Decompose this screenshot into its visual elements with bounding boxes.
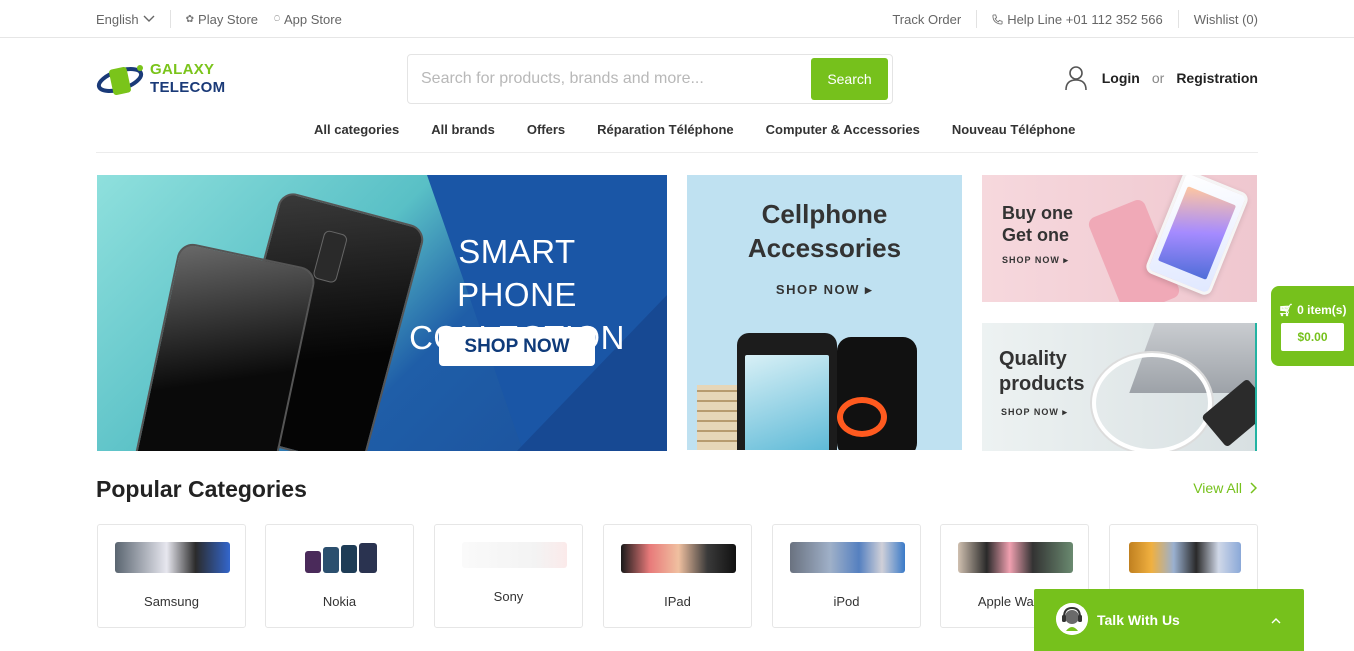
camera-module: [312, 229, 349, 284]
banner-title: Cellphone Accessories: [687, 197, 962, 265]
phone-image: [737, 333, 837, 450]
banner-smartphone-collection[interactable]: SMART PHONE COLLECTION SHOP NOW: [97, 175, 667, 451]
cart-item-count: 0 item(s): [1297, 303, 1347, 317]
play-store-label: Play Store: [198, 11, 259, 27]
category-label: Samsung: [144, 594, 199, 609]
category-label: iPod: [833, 594, 860, 609]
android-icon: ✿: [185, 13, 195, 25]
category-image: [283, 542, 398, 573]
phone-icon: [992, 13, 1003, 25]
category-card-ipad[interactable]: IPad: [603, 524, 752, 628]
help-line-label: Help Line +01 112 352 566: [1007, 11, 1163, 27]
user-icon[interactable]: [1064, 65, 1088, 91]
app-store-label: App Store: [284, 11, 342, 27]
category-label: Nokia: [322, 594, 357, 609]
chat-label: Talk With Us: [1097, 612, 1180, 628]
cart-icon: 🛒︎: [1278, 303, 1294, 317]
chevron-up-icon[interactable]: [1270, 616, 1282, 624]
account-links: Login or Registration: [1064, 64, 1258, 92]
banner-title-line-1: Quality: [999, 348, 1067, 370]
phone-screen: [745, 355, 829, 450]
chat-widget[interactable]: Talk With Us: [1034, 589, 1304, 651]
banner-buy-one-get-one[interactable]: Buy one Get one SHOP NOW ▸: [982, 175, 1257, 302]
apple-icon: ⍥: [274, 13, 281, 25]
floating-cart[interactable]: 🛒︎ 0 item(s) $0.00: [1271, 286, 1354, 366]
app-store-link[interactable]: ⍥ App Store: [274, 12, 342, 27]
logo-line-2: TELECOM: [150, 79, 226, 96]
logo-wordmark: GALAXY TELECOM: [150, 61, 225, 97]
nav-computer-accessories[interactable]: Computer & Accessories: [750, 118, 936, 141]
banner-title: Quality products: [999, 347, 1085, 397]
divider: [96, 152, 1258, 153]
chevron-right-icon: [1250, 482, 1257, 494]
support-agent-icon: [1056, 603, 1088, 635]
galaxy-logo-icon: [96, 65, 144, 96]
banner-title-line-1: Buy one: [1002, 203, 1074, 223]
registration-link[interactable]: Registration: [1176, 70, 1258, 86]
category-card-ipod[interactable]: iPod: [772, 524, 921, 628]
language-selector[interactable]: English: [96, 12, 155, 27]
shop-now-link[interactable]: SHOP NOW ▸: [687, 282, 962, 298]
nav-new-phones[interactable]: Nouveau Téléphone: [936, 118, 1092, 141]
category-card-nokia[interactable]: Nokia: [265, 524, 414, 628]
section-title: Popular Categories: [96, 476, 307, 502]
search-button[interactable]: Search: [811, 58, 888, 100]
top-bar: English ✿ Play Store ⍥ App Store Track O…: [0, 0, 1354, 38]
banner-title: Buy one Get one: [1002, 202, 1073, 246]
shop-now-link[interactable]: SHOP NOW ▸: [1001, 407, 1068, 418]
shop-now-link[interactable]: SHOP NOW ▸: [1002, 255, 1069, 266]
shop-now-button[interactable]: SHOP NOW: [439, 327, 595, 366]
search-bar: Search: [407, 54, 893, 104]
banner-title-line-1: SMART PHONE: [457, 233, 577, 313]
books-image: [697, 385, 742, 450]
category-image: [621, 542, 736, 573]
wishlist-link[interactable]: Wishlist (0): [1194, 12, 1258, 27]
chevron-down-icon: [143, 15, 155, 22]
banner-title-line-2: Get one: [1002, 225, 1070, 245]
banner-cellphone-accessories[interactable]: Cellphone Accessories SHOP NOW ▸: [687, 175, 962, 450]
cart-total: $0.00: [1281, 323, 1344, 351]
banner-quality-products[interactable]: Quality products SHOP NOW ▸: [982, 323, 1257, 451]
banner-title-line-1: Cellphone: [761, 199, 888, 229]
banner-title-line-2: products: [999, 373, 1085, 395]
view-all-link[interactable]: View All: [1193, 480, 1257, 496]
nav-phone-repair[interactable]: Réparation Téléphone: [581, 118, 750, 141]
language-label: English: [96, 11, 139, 27]
category-card-sony[interactable]: Sony: [434, 524, 583, 628]
cart-items: 🛒︎ 0 item(s): [1271, 303, 1354, 317]
nav-all-brands[interactable]: All brands: [415, 118, 511, 141]
category-label: IPad: [664, 594, 691, 609]
track-order-link[interactable]: Track Order: [892, 12, 961, 27]
help-line[interactable]: Help Line +01 112 352 566: [992, 12, 1163, 27]
category-image: [790, 542, 905, 573]
search-input[interactable]: [408, 55, 808, 103]
logo-line-1: GALAXY: [150, 61, 215, 78]
phone-screen: [1157, 186, 1237, 280]
play-store-link[interactable]: ✿ Play Store: [186, 12, 258, 27]
scissors-image: [837, 397, 887, 437]
cable-image: [1092, 353, 1212, 451]
category-label: Sony: [493, 589, 524, 604]
category-image: [1127, 542, 1242, 573]
category-image: [115, 542, 230, 573]
site-logo[interactable]: GALAXY TELECOM: [96, 60, 236, 100]
nav-offers[interactable]: Offers: [511, 118, 581, 141]
nav-all-categories[interactable]: All categories: [298, 118, 415, 141]
or-text: or: [1151, 70, 1165, 86]
category-card-samsung[interactable]: Samsung: [97, 524, 246, 628]
main-nav: All categories All brands Offers Réparat…: [298, 118, 1091, 141]
view-all-label: View All: [1193, 480, 1242, 496]
category-image: [452, 542, 567, 573]
category-image: [958, 542, 1073, 573]
login-link[interactable]: Login: [1102, 70, 1140, 86]
banner-title-line-2: Accessories: [747, 233, 902, 263]
